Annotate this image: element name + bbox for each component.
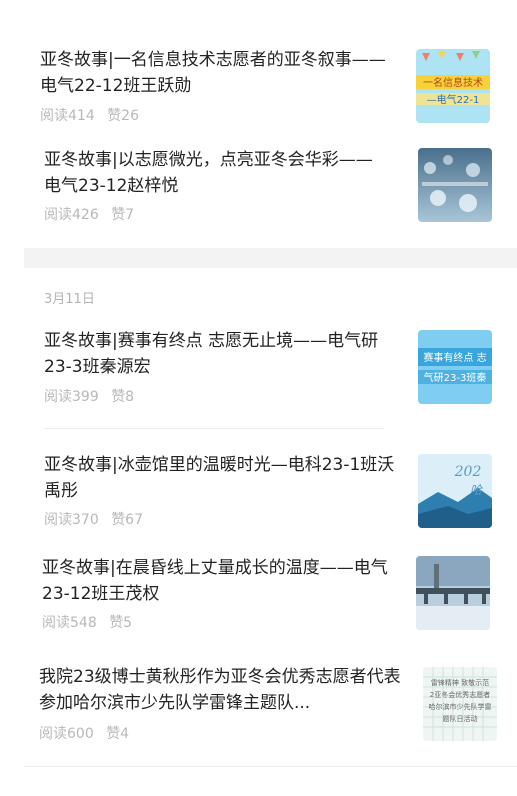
article-thumbnail[interactable] bbox=[418, 148, 492, 222]
like-count: 赞4 bbox=[106, 726, 130, 742]
svg-text:202: 202 bbox=[454, 464, 482, 480]
article-thumbnail[interactable]: 202 哈 bbox=[418, 454, 492, 528]
svg-text:气研23-3班秦: 气研23-3班秦 bbox=[424, 371, 487, 384]
svg-text:哈尔滨市少先队学雷: 哈尔滨市少先队学雷 bbox=[429, 702, 492, 711]
article-title[interactable]: 亚冬故事|赛事有终点 志愿无止境——电气研23-3班秦源宏 bbox=[44, 328, 399, 380]
svg-text:哈: 哈 bbox=[470, 483, 484, 497]
svg-text:一名信息技术: 一名信息技术 bbox=[423, 76, 483, 89]
svg-text:2亚冬会优秀志愿者: 2亚冬会优秀志愿者 bbox=[430, 690, 490, 699]
list-divider bbox=[44, 428, 384, 429]
svg-text:—电气22-1: —电气22-1 bbox=[427, 93, 480, 106]
article-title[interactable]: 亚冬故事|一名信息技术志愿者的亚冬叙事——电气22-12班王跃勋 bbox=[40, 47, 400, 99]
like-count: 赞8 bbox=[111, 389, 135, 405]
read-count: 阅读426 bbox=[44, 207, 99, 223]
article-meta: 阅读399 赞8 bbox=[44, 388, 142, 406]
read-count: 阅读600 bbox=[39, 726, 94, 742]
article-thumbnail[interactable]: 一名信息技术 —电气22-1 bbox=[416, 49, 490, 123]
svg-text:题队日活动: 题队日活动 bbox=[443, 714, 478, 723]
read-count: 阅读370 bbox=[44, 512, 99, 528]
like-count: 赞7 bbox=[111, 207, 135, 223]
read-count: 阅读548 bbox=[42, 615, 97, 631]
article-meta: 阅读548 赞5 bbox=[42, 614, 140, 632]
article-thumbnail[interactable] bbox=[416, 556, 490, 630]
article-title[interactable]: 亚冬故事|在晨昏线上丈量成长的温度——电气23-12班王茂权 bbox=[42, 555, 397, 607]
date-group-label: 3月11日 bbox=[44, 292, 95, 307]
article-title[interactable]: 亚冬故事|冰壶馆里的温暖时光—电科23-1班沃禹彤 bbox=[44, 452, 399, 504]
article-title[interactable]: 我院23级博士黄秋彤作为亚冬会优秀志愿者代表参加哈尔滨市少先队学雷锋主题队... bbox=[39, 664, 404, 716]
section-separator bbox=[24, 248, 517, 268]
svg-text:雷锋精神 致敬示范: 雷锋精神 致敬示范 bbox=[431, 678, 489, 687]
list-divider bbox=[24, 766, 517, 767]
article-meta: 阅读370 赞67 bbox=[44, 511, 151, 529]
article-meta: 阅读414 赞26 bbox=[40, 107, 147, 125]
article-title[interactable]: 亚冬故事|以志愿微光，点亮亚冬会华彩——电气23-12赵梓悦 bbox=[44, 147, 389, 199]
article-meta: 阅读600 赞4 bbox=[39, 725, 137, 743]
article-list-page: 亚冬故事|一名信息技术志愿者的亚冬叙事——电气22-12班王跃勋 阅读414 赞… bbox=[0, 0, 517, 796]
like-count: 赞26 bbox=[107, 108, 140, 124]
like-count: 赞5 bbox=[109, 615, 133, 631]
article-thumbnail[interactable]: 赛事有终点 志 气研23-3班秦 bbox=[418, 330, 492, 404]
read-count: 阅读399 bbox=[44, 389, 99, 405]
article-meta: 阅读426 赞7 bbox=[44, 206, 142, 224]
like-count: 赞67 bbox=[111, 512, 144, 528]
article-thumbnail[interactable]: 雷锋精神 致敬示范 2亚冬会优秀志愿者 哈尔滨市少先队学雷 题队日活动 bbox=[423, 667, 497, 741]
read-count: 阅读414 bbox=[40, 108, 95, 124]
svg-text:赛事有终点 志: 赛事有终点 志 bbox=[423, 351, 486, 364]
